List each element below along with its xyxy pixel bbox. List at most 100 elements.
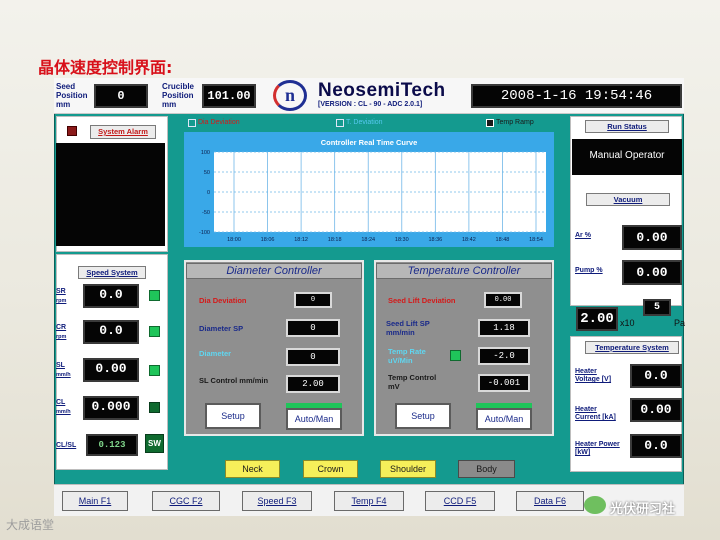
heater-power-display: 0.0	[630, 434, 682, 458]
chart-y-tick-label: 50	[204, 170, 210, 176]
data-f6-button[interactable]: Data F6	[516, 491, 584, 511]
pressure-exponent-display: 5	[643, 299, 671, 316]
temperature-system-button[interactable]: Temperature System	[585, 341, 679, 354]
run-status-button[interactable]: Run Status	[585, 120, 669, 133]
sl-label: SL	[56, 362, 65, 369]
version-text: [VERSION : CL - 90 - ADC 2.0.1]	[318, 101, 423, 108]
chart-plot-area: 18:00 18:06 18:12 18:18 18:24 18:30 18:36 18:42…	[199, 150, 546, 243]
temp-ramp-checkbox[interactable]	[486, 119, 494, 127]
sl-control-label: SL Control mm/min	[199, 376, 269, 385]
cl-display: 0.000	[83, 396, 139, 420]
chart-x-tick-label: 18:42	[462, 237, 476, 243]
chart-x-tick-label: 18:12	[294, 237, 308, 243]
t-deviation-checkbox[interactable]	[336, 119, 344, 127]
diameter-sp-display[interactable]: 0	[286, 319, 340, 337]
diameter-label: Diameter	[199, 349, 232, 358]
diameter-setup-button[interactable]: Setup	[205, 403, 261, 429]
ccd-f5-button[interactable]: CCD F5	[425, 491, 495, 511]
temperature-setup-button[interactable]: Setup	[395, 403, 451, 429]
cl-label: CL	[56, 399, 66, 406]
stage-crown-button[interactable]: Crown	[303, 460, 358, 478]
chart-x-tick-label: 18:54	[529, 237, 543, 243]
dia-deviation-label: Dia Deviation	[199, 296, 247, 305]
heater-voltage-display: 0.0	[630, 364, 682, 388]
heater-power-label: Heater Power [kW]	[575, 441, 620, 456]
temp-rate-display[interactable]: -2.0	[478, 347, 530, 365]
chart-y-tick-label: -50	[202, 210, 210, 216]
clsl-label: CL/SL	[56, 442, 77, 449]
t-deviation-check-label: T. Deviation	[346, 119, 383, 126]
chart-x-tick-label: 18:18	[328, 237, 342, 243]
dia-deviation-display: 0	[294, 292, 332, 308]
ar-display: 0.00	[622, 225, 682, 250]
temperature-auto-man-button[interactable]: Auto/Man	[476, 408, 532, 430]
alarm-list	[56, 143, 165, 246]
sl-unit: mm/h	[56, 372, 71, 378]
chart-x-tick-label: 18:06	[261, 237, 275, 243]
heater-current-label: Heater Current [kA]	[575, 406, 616, 421]
stage-neck-button[interactable]: Neck	[225, 460, 280, 478]
seed-lift-sp-display[interactable]: 1.18	[478, 319, 530, 337]
alarm-indicator-icon	[67, 126, 77, 136]
ar-label: Ar %	[575, 232, 591, 239]
cl-unit: mm/h	[56, 409, 71, 415]
chart-x-tick-label: 18:00	[227, 237, 241, 243]
run-status-display: Manual Operator	[572, 139, 682, 175]
temp-rate-led-icon	[450, 350, 461, 361]
cr-display: 0.0	[83, 320, 139, 344]
clsl-display: 0.123	[86, 434, 138, 456]
diameter-auto-man-button[interactable]: Auto/Man	[286, 408, 342, 430]
temp-ramp-check-label: Temp Ramp	[496, 119, 534, 126]
chart-x-tick-label: 18:30	[395, 237, 409, 243]
stage-shoulder-button[interactable]: Shoulder	[380, 460, 436, 478]
sr-unit: rpm	[56, 298, 67, 304]
temp-control-label: Temp Control mV	[388, 373, 437, 391]
sw-button[interactable]: SW	[145, 434, 164, 453]
sl-display: 0.00	[83, 358, 139, 382]
vacuum-button[interactable]: Vacuum	[586, 193, 670, 206]
temp-f4-button[interactable]: Temp F4	[334, 491, 404, 511]
seed-position-display: 0	[94, 84, 148, 108]
sr-display: 0.0	[83, 284, 139, 308]
chart-x-tick-label: 18:48	[496, 237, 510, 243]
system-alarm-button[interactable]: System Alarm	[90, 125, 156, 139]
brand-name: NeosemiTech	[318, 80, 446, 101]
seed-lift-deviation-label: Seed Lift Deviation	[388, 296, 456, 305]
stage-body-button[interactable]: Body	[458, 460, 515, 478]
seed-position-label: Seed Position mm	[56, 82, 88, 109]
cr-unit: rpm	[56, 334, 67, 340]
cgc-f2-button[interactable]: CGC F2	[152, 491, 220, 511]
sl-control-display[interactable]: 2.00	[286, 375, 340, 393]
sl-led-icon	[149, 365, 160, 376]
crucible-position-label: Crucible Position mm	[162, 82, 195, 109]
cr-led-icon	[149, 326, 160, 337]
chart-y-tick-label: -100	[199, 230, 210, 236]
pump-label: Pump %	[575, 267, 603, 274]
diameter-sp-label: Diameter SP	[199, 324, 244, 333]
watermark-right: 光伏研习社	[610, 502, 676, 517]
speed-f3-button[interactable]: Speed F3	[242, 491, 312, 511]
pressure-x10-label: x10	[620, 318, 635, 328]
pump-display: 0.00	[622, 260, 682, 285]
temp-control-display: -0.001	[478, 374, 530, 392]
pressure-mantissa-display: 2.00	[576, 307, 618, 331]
dia-deviation-checkbox[interactable]	[188, 119, 196, 127]
heater-current-display: 0.00	[630, 398, 682, 422]
heater-voltage-label: Heater Voltage [V]	[575, 368, 612, 383]
chart-y-tick-label: 100	[201, 150, 210, 156]
sr-led-icon	[149, 290, 160, 301]
temp-rate-label: Temp Rate uV/Min	[388, 347, 426, 365]
main-f1-button[interactable]: Main F1	[62, 491, 128, 511]
dia-deviation-check-label: Dia Deviation	[198, 119, 240, 126]
chart-x-tick-label: 18:36	[428, 237, 442, 243]
pressure-unit-label: Pa	[674, 318, 686, 328]
speed-system-button[interactable]: Speed System	[78, 266, 146, 279]
cr-label: CR	[56, 324, 67, 331]
datetime-display: 2008-1-16 19:54:46	[471, 84, 682, 108]
diameter-controller-title: Diameter Controller	[186, 263, 362, 279]
wechat-icon	[584, 496, 606, 514]
chart-y-tick-label: 0	[207, 190, 210, 196]
seed-lift-deviation-display: 0.00	[484, 292, 522, 308]
temperature-controller-title: Temperature Controller	[376, 263, 552, 279]
chart-x-tick-label: 18:24	[361, 237, 375, 243]
